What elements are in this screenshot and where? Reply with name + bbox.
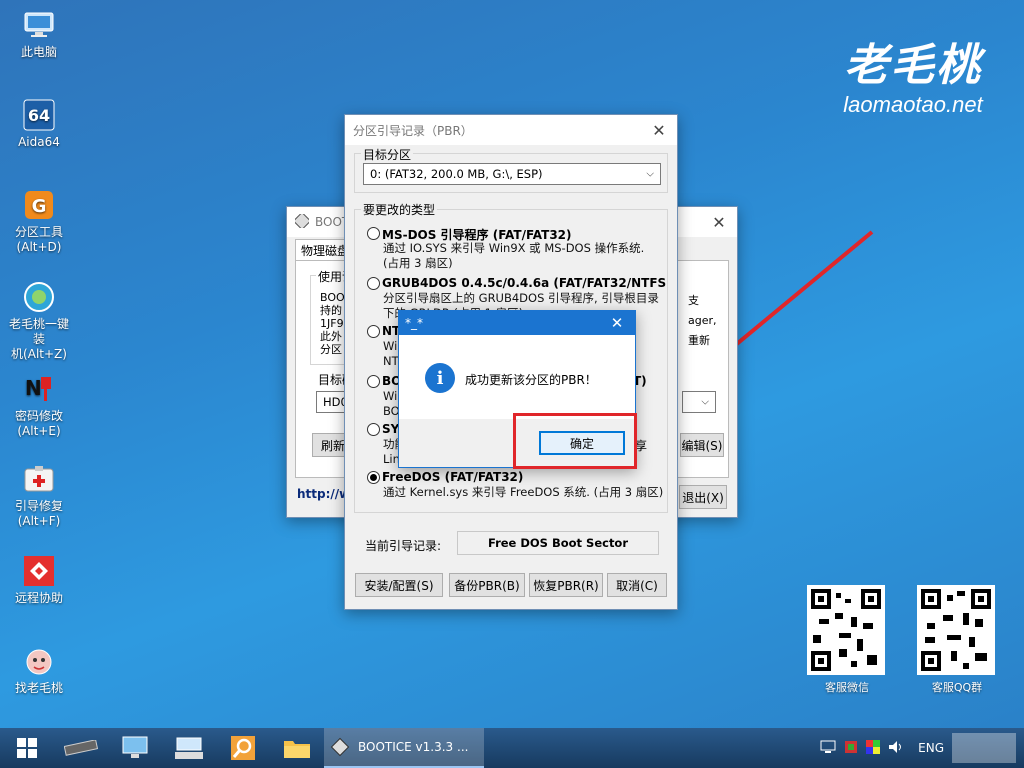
text-line: 支 <box>688 294 699 307</box>
info-icon: i <box>425 363 455 393</box>
language-indicator[interactable]: ENG <box>918 741 944 755</box>
taskbar-bootice-task[interactable]: BOOTICE v1.3.3 ... <box>324 728 484 768</box>
taskbar-task-label: BOOTICE v1.3.3 ... <box>358 740 469 754</box>
current-record-value: Free DOS Boot Sector <box>457 531 659 555</box>
restore-pbr-button[interactable]: 恢复PBR(R) <box>529 573 603 597</box>
option-desc: 通过 IO.SYS 来引导 Win9X 或 MS-DOS 操作系统. (占用 3… <box>383 241 645 270</box>
taskbar-ram-icon[interactable] <box>54 728 108 768</box>
website-link[interactable]: http://w <box>297 487 350 501</box>
chevron-down-icon: ⌵ <box>701 396 709 408</box>
chevron-down-icon: ⌵ <box>646 168 654 180</box>
option-title: FreeDOS (FAT/FAT32) <box>382 470 524 484</box>
radio-syslinux[interactable] <box>367 423 380 436</box>
radio-ntldr[interactable] <box>367 325 380 338</box>
taskbar-search-icon[interactable] <box>216 728 270 768</box>
message-text: 成功更新该分区的PBR！ <box>465 373 597 387</box>
exit-button[interactable]: 退出(X) <box>679 485 727 509</box>
text-line: 重新 <box>688 334 710 347</box>
radio-freedos[interactable] <box>367 471 380 484</box>
volume-icon[interactable] <box>888 740 904 757</box>
close-icon[interactable]: ✕ <box>641 115 677 145</box>
message-title: *_* <box>405 316 423 330</box>
right-text-fragments: 支 ager, 重新 <box>688 291 717 351</box>
clock-area[interactable] <box>952 733 1016 763</box>
backup-pbr-button[interactable]: 备份PBR(B) <box>449 573 525 597</box>
radio-msdos[interactable] <box>367 227 380 240</box>
message-titlebar[interactable]: *_* ✕ <box>399 311 635 335</box>
display-icon[interactable] <box>844 740 858 757</box>
target-partition-label: 目标分区 <box>361 146 414 163</box>
taskbar-computer-icon[interactable] <box>108 728 162 768</box>
radio-bootmgr[interactable] <box>367 375 380 388</box>
option-title: GRUB4DOS 0.4.5c/0.4.6a (FAT/FAT32/NTFS/E… <box>382 276 666 290</box>
current-record-label: 当前引导记录: <box>365 539 442 553</box>
edit-button[interactable]: 编辑(S) <box>680 433 724 457</box>
start-button[interactable] <box>0 728 54 768</box>
text-line: ager, <box>688 314 717 327</box>
partition-select[interactable]: 0: (FAT32, 200.0 MB, G:\, ESP) ⌵ <box>363 163 661 185</box>
close-icon[interactable]: ✕ <box>701 207 737 237</box>
windows-icon <box>17 738 37 758</box>
taskbar: BOOTICE v1.3.3 ... ENG <box>0 728 1024 768</box>
message-body: i 成功更新该分区的PBR！ <box>399 335 635 419</box>
taskbar-folder-icon[interactable] <box>270 728 324 768</box>
system-tray: ENG <box>820 728 1016 768</box>
pbr-title: 分区引导记录（PBR） <box>353 123 473 138</box>
network-icon[interactable] <box>820 740 836 757</box>
disk-select-dropdown[interactable]: ⌵ <box>682 391 716 413</box>
radio-grub4dos[interactable] <box>367 277 380 290</box>
taskbar-keyboard-icon[interactable] <box>162 728 216 768</box>
color-icon[interactable] <box>866 739 881 757</box>
bootice-app-icon <box>330 737 350 757</box>
pbr-titlebar[interactable]: 分区引导记录（PBR） ✕ <box>345 115 677 145</box>
cancel-button[interactable]: 取消(C) <box>607 573 667 597</box>
bootice-app-icon <box>292 211 312 231</box>
highlight-box <box>513 413 637 469</box>
option-desc: 通过 Kernel.sys 来引导 FreeDOS 系统. (占用 3 扇区) <box>383 485 664 499</box>
partition-select-value: 0: (FAT32, 200.0 MB, G:\, ESP) <box>370 167 543 181</box>
close-icon[interactable]: ✕ <box>603 311 631 335</box>
type-label: 要更改的类型 <box>361 201 438 218</box>
install-config-button[interactable]: 安装/配置(S) <box>355 573 443 597</box>
